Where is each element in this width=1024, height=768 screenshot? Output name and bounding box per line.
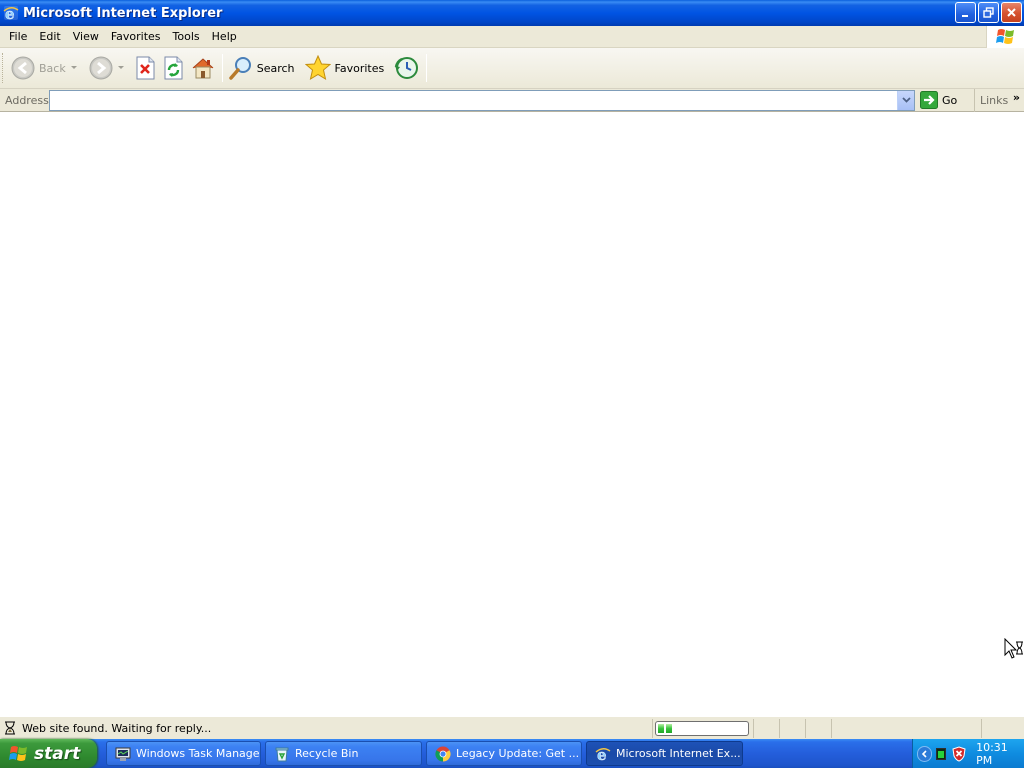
restore-button[interactable] bbox=[978, 2, 999, 23]
menu-edit[interactable]: Edit bbox=[33, 27, 66, 47]
back-icon bbox=[11, 56, 35, 80]
history-icon bbox=[394, 57, 419, 79]
progress-bar bbox=[655, 720, 749, 736]
back-button[interactable]: Back bbox=[8, 51, 69, 85]
history-button[interactable] bbox=[391, 51, 423, 85]
menu-help[interactable]: Help bbox=[206, 27, 243, 47]
status-pane bbox=[753, 718, 779, 738]
close-icon bbox=[1007, 8, 1016, 17]
task-label: Legacy Update: Get ... bbox=[456, 747, 580, 760]
start-label: start bbox=[34, 743, 81, 764]
ie-icon[interactable]: e bbox=[3, 5, 19, 21]
chevron-down-icon bbox=[117, 66, 124, 69]
taskbar-button-chrome[interactable]: Legacy Update: Get ... bbox=[426, 741, 582, 766]
chevron-double-right-icon[interactable]: » bbox=[1013, 91, 1020, 104]
close-button[interactable] bbox=[1001, 2, 1022, 23]
task-manager-tray-icon[interactable] bbox=[936, 747, 947, 760]
home-button[interactable] bbox=[187, 51, 219, 85]
web-page-content[interactable] bbox=[0, 112, 1024, 716]
start-button[interactable]: start bbox=[0, 739, 97, 768]
stop-icon bbox=[136, 56, 155, 80]
status-text: Web site found. Waiting for reply... bbox=[22, 721, 212, 735]
minimize-icon bbox=[962, 15, 968, 17]
links-toolbar[interactable]: Links » bbox=[974, 89, 1024, 112]
toolbar-grip[interactable] bbox=[2, 53, 5, 83]
menu-bar: File Edit View Favorites Tools Help bbox=[0, 26, 1024, 48]
menu-tools[interactable]: Tools bbox=[167, 27, 206, 47]
show-hidden-icons-icon[interactable] bbox=[917, 745, 933, 762]
back-label: Back bbox=[39, 61, 66, 75]
status-bar: Web site found. Waiting for reply... bbox=[0, 716, 1024, 739]
home-icon bbox=[192, 58, 214, 79]
go-button[interactable]: Go bbox=[920, 91, 972, 109]
recycle-bin-icon bbox=[274, 746, 290, 762]
window-title: Microsoft Internet Explorer bbox=[23, 5, 223, 21]
progress-fill bbox=[658, 723, 672, 733]
minimize-button[interactable] bbox=[955, 2, 976, 23]
clock[interactable]: 10:31 PM bbox=[976, 741, 1024, 767]
security-shield-icon[interactable] bbox=[952, 745, 966, 762]
chevron-down-icon bbox=[901, 97, 911, 103]
task-manager-icon bbox=[115, 746, 131, 762]
search-icon bbox=[228, 57, 251, 80]
task-label: Windows Task Manager bbox=[136, 747, 261, 760]
busy-cursor-icon bbox=[1004, 638, 1023, 659]
taskbar-button-task-manager[interactable]: Windows Task Manager bbox=[106, 741, 261, 766]
status-pane bbox=[779, 718, 805, 738]
links-label: Links bbox=[980, 94, 1009, 107]
chrome-icon bbox=[435, 746, 451, 762]
windows-logo-icon bbox=[986, 26, 1024, 48]
standard-toolbar: Back Search Favorites bbox=[0, 48, 1024, 89]
taskbar-button-internet-explorer[interactable]: e Microsoft Internet Ex... bbox=[586, 741, 743, 766]
hourglass-icon bbox=[4, 721, 16, 735]
menu-file[interactable]: File bbox=[3, 27, 33, 47]
restore-icon bbox=[983, 7, 994, 18]
toolbar-separator bbox=[221, 54, 223, 82]
taskbar: start Windows Task Manager Recycle Bin L… bbox=[0, 739, 1024, 768]
address-field[interactable] bbox=[49, 89, 915, 111]
task-label: Microsoft Internet Ex... bbox=[616, 747, 741, 760]
status-pane bbox=[652, 718, 653, 738]
address-label: Address bbox=[5, 93, 49, 107]
windows-logo-icon bbox=[9, 745, 27, 761]
status-pane bbox=[805, 718, 831, 738]
resize-grip[interactable] bbox=[981, 718, 997, 738]
back-dropdown[interactable] bbox=[70, 51, 78, 85]
zone-pane bbox=[831, 718, 981, 738]
forward-dropdown[interactable] bbox=[117, 51, 125, 85]
favorites-label: Favorites bbox=[334, 61, 385, 75]
menu-favorites[interactable]: Favorites bbox=[105, 27, 167, 47]
favorites-button[interactable]: Favorites bbox=[302, 51, 388, 85]
system-tray: 10:31 PM bbox=[912, 739, 1024, 768]
toolbar-separator bbox=[426, 54, 428, 82]
forward-icon bbox=[89, 56, 113, 80]
menu-view[interactable]: View bbox=[67, 27, 105, 47]
task-label: Recycle Bin bbox=[295, 747, 359, 760]
go-arrow-icon bbox=[920, 91, 938, 109]
go-label: Go bbox=[942, 93, 958, 107]
favorites-icon bbox=[304, 55, 331, 81]
taskbar-button-recycle-bin[interactable]: Recycle Bin bbox=[265, 741, 422, 766]
address-dropdown-button[interactable] bbox=[897, 90, 914, 110]
refresh-icon bbox=[164, 56, 183, 80]
ie-icon: e bbox=[595, 746, 611, 762]
forward-button[interactable] bbox=[86, 51, 116, 85]
search-button[interactable]: Search bbox=[226, 51, 298, 85]
search-label: Search bbox=[256, 61, 295, 75]
address-bar: Address Go Links » bbox=[0, 89, 1024, 112]
title-bar[interactable]: e Microsoft Internet Explorer bbox=[0, 0, 1024, 26]
chevron-down-icon bbox=[70, 66, 77, 69]
stop-button[interactable] bbox=[131, 51, 159, 85]
refresh-button[interactable] bbox=[159, 51, 187, 85]
address-input[interactable] bbox=[50, 90, 896, 110]
